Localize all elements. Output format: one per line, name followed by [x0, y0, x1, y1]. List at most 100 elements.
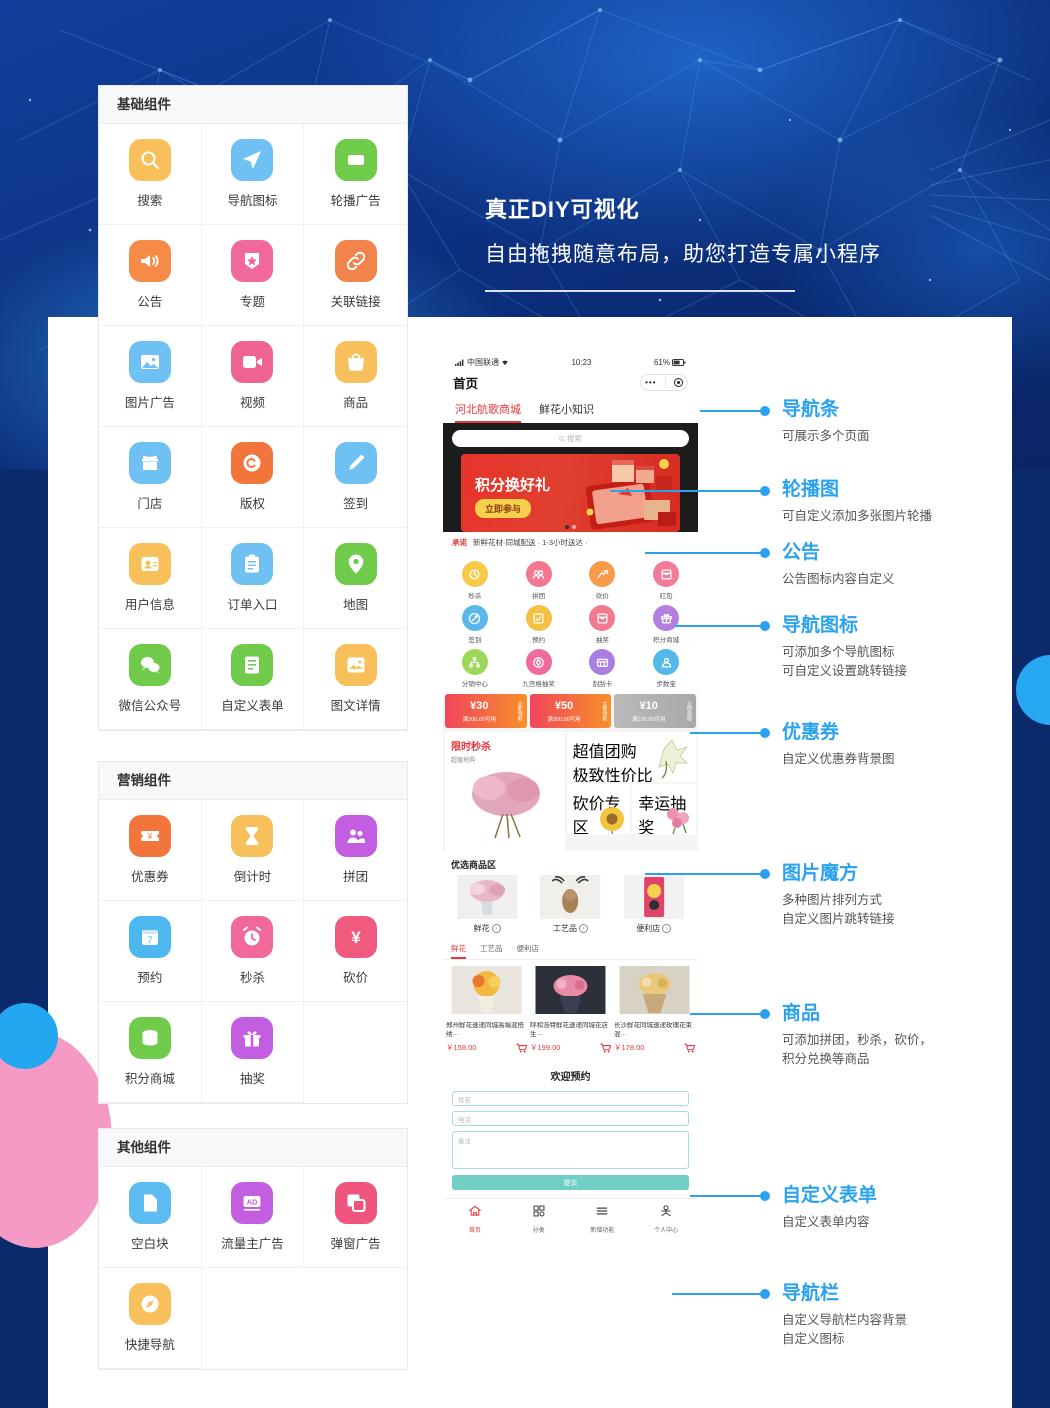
component-item-blank-page[interactable]: 空白块	[99, 1167, 202, 1268]
nav-icon-item[interactable]: 拼团	[507, 561, 571, 600]
nav-icon-item[interactable]: 签到	[443, 605, 507, 644]
wechat-capsule[interactable]: •••	[640, 374, 688, 391]
category-item[interactable]: 工艺品 ›	[530, 875, 610, 934]
component-item-hourglass[interactable]: 倒计时	[201, 800, 305, 901]
nav-icon-item[interactable]: 预约	[507, 605, 571, 644]
nav-icon-item[interactable]: 砍价	[571, 561, 635, 600]
category-tabs[interactable]: 鲜花 工艺品 便利店	[443, 940, 698, 960]
component-item-map-pin[interactable]: 地图	[304, 528, 407, 629]
component-item-megaphone[interactable]: 公告	[99, 225, 202, 326]
nav-icon-item[interactable]: 分销中心	[443, 649, 507, 688]
product-card[interactable]: 呼和浩特鲜花速递同城花店生··· ￥199.00	[530, 966, 611, 1053]
nav-icon-item[interactable]: 红包	[634, 561, 698, 600]
coupon-card[interactable]: ¥30 满200.00可用 立即领取	[445, 694, 527, 728]
bottom-nav-bar[interactable]: 首页 分类 新增功能 个人中心	[443, 1198, 698, 1241]
component-item-search[interactable]: 搜索	[99, 124, 202, 225]
bottom-nav-item[interactable]: 个人中心	[634, 1204, 698, 1234]
component-item-store[interactable]: 门店	[99, 427, 202, 528]
phone-field[interactable]: 电话	[452, 1111, 689, 1126]
category-label-wrap: 鲜花 ›	[474, 923, 501, 934]
banner-button[interactable]: 立即参与	[475, 499, 532, 518]
coupon-action[interactable]: 立即领取	[598, 694, 611, 728]
phone-tab[interactable]: 鲜花小知识	[539, 401, 594, 423]
component-item-link[interactable]: 关联链接	[304, 225, 407, 326]
phone-tab[interactable]: 河北航歌商城	[455, 401, 521, 423]
cube-tile[interactable]: 砍价专区 超低价格	[566, 784, 631, 834]
component-item-coupon[interactable]: ¥ 优惠券	[99, 800, 202, 901]
panel-marketing-components: 营销组件 ¥ 优惠券 倒计时 拼团 7 预约 秒杀 ¥ 砍价 积分商城 抽奖	[98, 761, 408, 1104]
more-icon[interactable]: •••	[645, 378, 656, 387]
component-item-yuan[interactable]: ¥ 砍价	[304, 901, 407, 1002]
coupon-icon: ¥	[128, 815, 171, 857]
remark-field[interactable]: 备注	[452, 1131, 689, 1169]
coupon-list[interactable]: ¥30 满200.00可用 立即领取 ¥50 满300.00可用 立即领取 ¥10 满100.…	[443, 694, 698, 728]
category-tab[interactable]: 鲜花	[451, 943, 466, 959]
nav-icon-item[interactable]: 步数宝	[634, 649, 698, 688]
nav-icon-grid[interactable]: 秒杀 拼团 砍价 红包 签到 预约 抽奖 积分商城 分销中心 九宫格抽奖 刮刮卡 步数宝	[443, 553, 698, 694]
product-price: ￥178.00	[614, 1043, 645, 1052]
component-item-user-card[interactable]: 用户信息	[99, 528, 202, 629]
component-item-coins[interactable]: 积分商城	[99, 1002, 202, 1103]
product-card[interactable]: 郑州鲜花速递同城高端混搭绣··· ￥158.00	[446, 966, 527, 1053]
nav-icon-label: 红包	[659, 593, 673, 600]
bottom-nav-item[interactable]: 首页	[443, 1204, 507, 1234]
component-item-copyright[interactable]: 版权	[201, 427, 305, 528]
component-item-article[interactable]: 图文详情	[304, 629, 407, 730]
nav-icon-item[interactable]: 秒杀	[443, 561, 507, 600]
search-input[interactable]: 搜索	[452, 430, 689, 447]
coupon-action[interactable]: 立即领取	[514, 694, 527, 728]
component-item-carousel[interactable]: 轮播广告	[304, 124, 407, 225]
nav-bar-tabs[interactable]: 河北航歌商城 鲜花小知识	[443, 398, 698, 423]
category-thumbs[interactable]: 鲜花 › 工艺品 › 便利店 ›	[443, 875, 698, 940]
nav-icon-item[interactable]: 刮刮卡	[571, 649, 635, 688]
coupon-card[interactable]: ¥50 满300.00可用 立即领取	[529, 694, 612, 728]
cart-icon[interactable]	[600, 1043, 611, 1053]
cube-tile[interactable]: 超值团购 极致性价比	[566, 732, 696, 782]
component-item-form[interactable]: 自定义表单	[201, 629, 305, 730]
component-item-popup[interactable]: 弹窗广告	[304, 1167, 407, 1268]
component-item-star-badge[interactable]: 专题	[201, 225, 305, 326]
carousel-banner[interactable]: 积分换好礼 立即参与	[461, 454, 680, 532]
cart-icon[interactable]	[516, 1043, 527, 1053]
announcement-bar[interactable]: 承诺 新鲜花材·同城配送 · 1-3小时送达 ·	[443, 532, 698, 553]
bottom-nav-item[interactable]: 分类	[507, 1204, 571, 1234]
component-item-gift[interactable]: 抽奖	[201, 1002, 305, 1103]
leader-line	[645, 548, 770, 558]
component-item-wechat[interactable]: 微信公众号	[99, 629, 202, 730]
coupon-card[interactable]: ¥10 满100.00可用 立即领取	[614, 694, 697, 728]
nav-icon-item[interactable]: 抽奖	[571, 605, 635, 644]
component-item-clipboard[interactable]: 订单入口	[201, 528, 305, 629]
component-label: 签到	[343, 497, 369, 511]
component-item-pencil[interactable]: 签到	[304, 427, 407, 528]
component-item-alarm[interactable]: 秒杀	[201, 901, 305, 1002]
component-item-video[interactable]: 视频	[201, 326, 305, 427]
cart-icon[interactable]	[684, 1043, 695, 1053]
image-cube-section[interactable]: 限时秒杀 超值抢购 超值团购 极致性价比 砍价专区 幸运抽奖	[443, 732, 698, 851]
component-item-ad[interactable]: AD 流量主广告	[201, 1167, 305, 1268]
component-item-calendar[interactable]: 7 预约	[99, 901, 202, 1002]
cube-tile[interactable]: 幸运抽奖 缤纷来袭	[632, 784, 696, 834]
coupon-value: ¥30	[470, 699, 489, 712]
page-title: 首页	[453, 377, 479, 391]
bottom-nav-item[interactable]: 新增功能	[571, 1204, 635, 1234]
product-card[interactable]: 长沙鲜花同城速递玫瑰花束混··· ￥178.00	[614, 966, 695, 1053]
category-tab[interactable]: 便利店	[517, 943, 540, 959]
category-item[interactable]: 便利店 ›	[614, 875, 694, 934]
component-item-group-buy[interactable]: 拼团	[304, 800, 407, 901]
submit-button[interactable]: 提交	[452, 1175, 689, 1190]
coupon-condition: 满100.00可用	[632, 716, 666, 723]
cube-tile[interactable]: 限时秒杀 超值抢购	[445, 732, 565, 851]
component-item-image[interactable]: 图片广告	[99, 326, 202, 427]
coupon-action[interactable]: 立即领取	[683, 694, 696, 728]
name-field[interactable]: 姓名	[452, 1091, 689, 1106]
product-list[interactable]: 郑州鲜花速递同城高端混搭绣··· ￥158.00 呼和浩特鲜花速递同城花店生··· ￥…	[443, 960, 698, 1059]
carousel-dots[interactable]	[461, 525, 680, 529]
component-item-compass[interactable]: 快捷导航	[99, 1268, 202, 1369]
category-tab[interactable]: 工艺品	[480, 943, 503, 959]
star-badge-icon	[231, 240, 274, 282]
nav-icon-item[interactable]: 九宫格抽奖	[507, 649, 571, 688]
component-item-shopping-bag[interactable]: 商品	[304, 326, 407, 427]
close-target-icon[interactable]	[673, 378, 683, 387]
component-item-navigation[interactable]: 导航图标	[201, 124, 305, 225]
category-item[interactable]: 鲜花 ›	[447, 875, 527, 934]
